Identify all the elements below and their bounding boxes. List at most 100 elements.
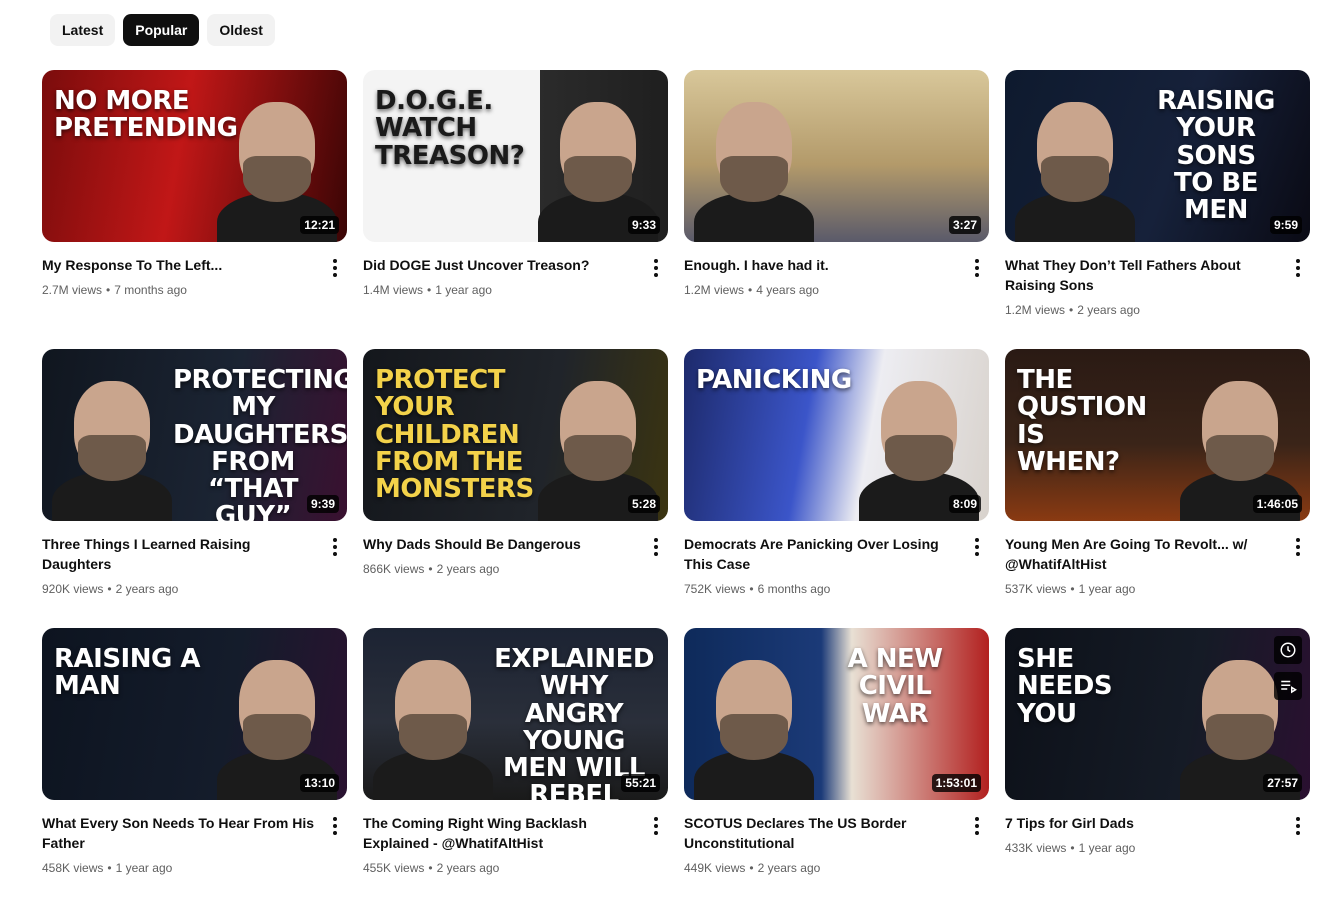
thumbnail-text: D.O.G.E. WATCH TREASON? [375, 86, 525, 171]
video-thumbnail[interactable]: 3:27 [684, 70, 989, 242]
more-vert-icon[interactable] [323, 814, 347, 838]
video-thumbnail[interactable]: PROTECT YOUR CHILDREN FROM THE MONSTERS 5… [363, 349, 668, 521]
filter-chip-oldest[interactable]: Oldest [207, 14, 275, 46]
video-thumbnail[interactable]: NO MORE PRETENDING 12:21 [42, 70, 347, 242]
video-card[interactable]: D.O.G.E. WATCH TREASON? 9:33 Did DOGE Just… [363, 70, 668, 349]
video-title[interactable]: Did DOGE Just Uncover Treason? [363, 255, 638, 275]
upload-age: 2 years ago [436, 861, 500, 875]
video-card[interactable]: EXPLAINED Why Angry Young Men Will Rebel… [363, 628, 668, 907]
view-count: 1.2M views [684, 283, 745, 297]
video-meta: What They Don’t Tell Fathers About Raisi… [1005, 242, 1310, 319]
clock-icon[interactable] [1274, 636, 1302, 664]
video-meta: What Every Son Needs To Hear From His Fa… [42, 800, 347, 877]
video-card[interactable]: THE QUSTION IS WHEN? 1:46:05 Young Men Are… [1005, 349, 1310, 628]
video-stats: 752K views • 6 months ago [684, 580, 959, 598]
video-stats: 433K views • 1 year ago [1005, 839, 1280, 857]
video-thumbnail[interactable]: PANICKING 8:09 [684, 349, 989, 521]
more-vert-icon[interactable] [644, 256, 668, 280]
view-count: 537K views [1005, 582, 1067, 596]
video-stats: 1.4M views • 1 year ago [363, 281, 638, 299]
video-title[interactable]: Democrats Are Panicking Over Losing This… [684, 534, 959, 574]
filter-chip-popular[interactable]: Popular [123, 14, 200, 46]
video-card[interactable]: NO MORE PRETENDING 12:21 My Response To Th… [42, 70, 347, 349]
thumbnail-text: PROTECT YOUR CHILDREN FROM THE MONSTERS [375, 365, 534, 505]
video-card[interactable]: RAISING A MAN 13:10 What Every Son Needs T… [42, 628, 347, 907]
more-vert-icon[interactable] [965, 256, 989, 280]
video-title[interactable]: 7 Tips for Girl Dads [1005, 813, 1280, 833]
more-vert-icon[interactable] [644, 535, 668, 559]
more-vert-icon[interactable] [965, 814, 989, 838]
view-count: 920K views [42, 582, 104, 596]
presenter-figure [1015, 92, 1135, 242]
separator-dot: • [749, 582, 754, 596]
more-vert-icon[interactable] [323, 256, 347, 280]
video-title[interactable]: Enough. I have had it. [684, 255, 959, 275]
view-count: 458K views [42, 861, 104, 875]
thumbnail-text: THE QUSTION IS WHEN? [1017, 365, 1147, 477]
view-count: 449K views [684, 861, 746, 875]
video-title[interactable]: SCOTUS Declares The US Border Unconstitu… [684, 813, 959, 853]
duration-badge: 12:21 [300, 216, 339, 234]
view-count: 455K views [363, 861, 425, 875]
video-meta: Democrats Are Panicking Over Losing This… [684, 521, 989, 598]
presenter-figure [373, 650, 493, 800]
thumbnail-text: RAISING YOUR SONS TO BE MEN [1157, 86, 1275, 226]
video-thumbnail[interactable]: RAISING A MAN 13:10 [42, 628, 347, 800]
thumbnail-text: SHE NEEDS YOU [1017, 644, 1113, 729]
video-stats: 920K views • 2 years ago [42, 580, 317, 598]
video-card[interactable]: SHE NEEDS YOU 27:57 7 Tips for Girl Dads 43… [1005, 628, 1310, 907]
duration-badge: 9:33 [627, 216, 660, 234]
separator-dot: • [107, 582, 112, 596]
video-stats: 449K views • 2 years ago [684, 859, 959, 877]
more-vert-icon[interactable] [644, 814, 668, 838]
duration-badge: 9:39 [306, 495, 339, 513]
queue-icon[interactable] [1274, 672, 1302, 700]
upload-age: 2 years ago [436, 562, 500, 576]
video-card[interactable]: PROTECTING MY DAUGHTERS FROM “THAT GUY” 9… [42, 349, 347, 628]
filter-chip-latest[interactable]: Latest [50, 14, 116, 46]
video-thumbnail[interactable]: PROTECTING MY DAUGHTERS FROM “THAT GUY” 9… [42, 349, 347, 521]
video-card[interactable]: 3:27 Enough. I have had it. 1.2M views • 4 y… [684, 70, 989, 349]
video-meta: Three Things I Learned Raising Daughters… [42, 521, 347, 598]
video-card[interactable]: A NEW CIVIL WAR 1:53:01 SCOTUS Declares Th… [684, 628, 989, 907]
separator-dot: • [1070, 582, 1075, 596]
video-thumbnail[interactable]: THE QUSTION IS WHEN? 1:46:05 [1005, 349, 1310, 521]
video-title[interactable]: Young Men Are Going To Revolt... w/ @Wha… [1005, 534, 1280, 574]
more-vert-icon[interactable] [1286, 256, 1310, 280]
presenter-figure [694, 650, 814, 800]
presenter-figure [52, 371, 172, 521]
video-title[interactable]: My Response To The Left... [42, 255, 317, 275]
more-vert-icon[interactable] [323, 535, 347, 559]
video-title[interactable]: Three Things I Learned Raising Daughters [42, 534, 317, 574]
video-meta: Enough. I have had it. 1.2M views • 4 years… [684, 242, 989, 299]
video-card[interactable]: PANICKING 8:09 Democrats Are Panicking Ove… [684, 349, 989, 628]
video-title[interactable]: What Every Son Needs To Hear From His Fa… [42, 813, 317, 853]
video-thumbnail[interactable]: EXPLAINED Why Angry Young Men Will Rebel… [363, 628, 668, 800]
separator-dot: • [1069, 303, 1074, 317]
upload-age: 1 year ago [115, 861, 173, 875]
video-grid: NO MORE PRETENDING 12:21 My Response To Th… [42, 70, 1310, 907]
more-vert-icon[interactable] [1286, 814, 1310, 838]
video-thumbnail[interactable]: RAISING YOUR SONS TO BE MEN 9:59 [1005, 70, 1310, 242]
more-vert-icon[interactable] [1286, 535, 1310, 559]
upload-age: 2 years ago [115, 582, 179, 596]
upload-age: 7 months ago [114, 283, 187, 297]
video-title[interactable]: What They Don’t Tell Fathers About Raisi… [1005, 255, 1280, 295]
view-count: 866K views [363, 562, 425, 576]
video-card[interactable]: PROTECT YOUR CHILDREN FROM THE MONSTERS 5… [363, 349, 668, 628]
video-thumbnail[interactable]: D.O.G.E. WATCH TREASON? 9:33 [363, 70, 668, 242]
thumbnail-text: A NEW CIVIL WAR [847, 644, 943, 729]
duration-badge: 55:21 [621, 774, 660, 792]
duration-badge: 5:28 [627, 495, 660, 513]
video-title[interactable]: The Coming Right Wing Backlash Explained… [363, 813, 638, 853]
video-thumbnail[interactable]: SHE NEEDS YOU 27:57 [1005, 628, 1310, 800]
separator-dot: • [1070, 841, 1075, 855]
video-meta: 7 Tips for Girl Dads 433K views • 1 year ag… [1005, 800, 1310, 857]
more-vert-icon[interactable] [965, 535, 989, 559]
video-thumbnail[interactable]: A NEW CIVIL WAR 1:53:01 [684, 628, 989, 800]
duration-badge: 9:59 [1269, 216, 1302, 234]
duration-badge: 8:09 [948, 495, 981, 513]
duration-badge: 1:46:05 [1252, 495, 1302, 513]
video-card[interactable]: RAISING YOUR SONS TO BE MEN 9:59 What They… [1005, 70, 1310, 349]
video-title[interactable]: Why Dads Should Be Dangerous [363, 534, 638, 554]
